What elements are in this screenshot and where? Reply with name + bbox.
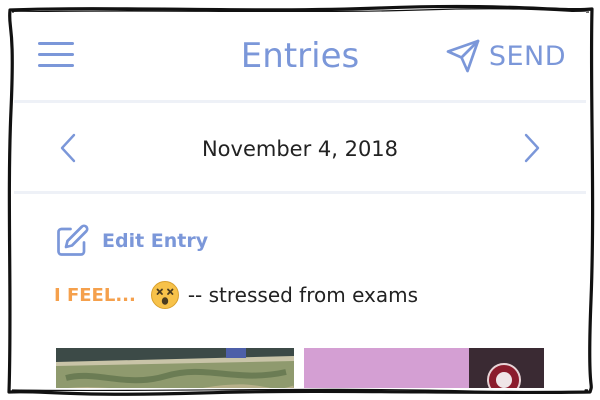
edit-pencil-icon [57, 224, 89, 256]
chevron-right-icon[interactable] [516, 131, 546, 165]
entry-photo-2[interactable] [304, 348, 544, 388]
send-button[interactable]: SEND [445, 36, 566, 76]
mood-line: I FEEL... -- stressed from exams [54, 278, 418, 312]
edit-entry-label: Edit Entry [102, 230, 209, 252]
photo-sky-tower-image [304, 348, 544, 388]
dizzy-face-emoji-icon [150, 281, 179, 309]
app-header: Entries SEND [14, 12, 586, 103]
mood-description: -- stressed from exams [187, 283, 419, 307]
send-label: SEND [488, 40, 566, 72]
i-feel-label: I FEEL... [54, 284, 136, 306]
entry-photo-1[interactable] [56, 348, 294, 388]
paper-plane-icon [446, 39, 480, 73]
photo-map-image [56, 348, 294, 388]
date-navigator: November 4, 2018 [14, 103, 586, 194]
edit-entry-button[interactable]: Edit Entry [54, 222, 208, 260]
current-date: November 4, 2018 [201, 137, 399, 161]
app-screen: Entries SEND November 4, 2018 Edit Entry… [14, 12, 586, 388]
